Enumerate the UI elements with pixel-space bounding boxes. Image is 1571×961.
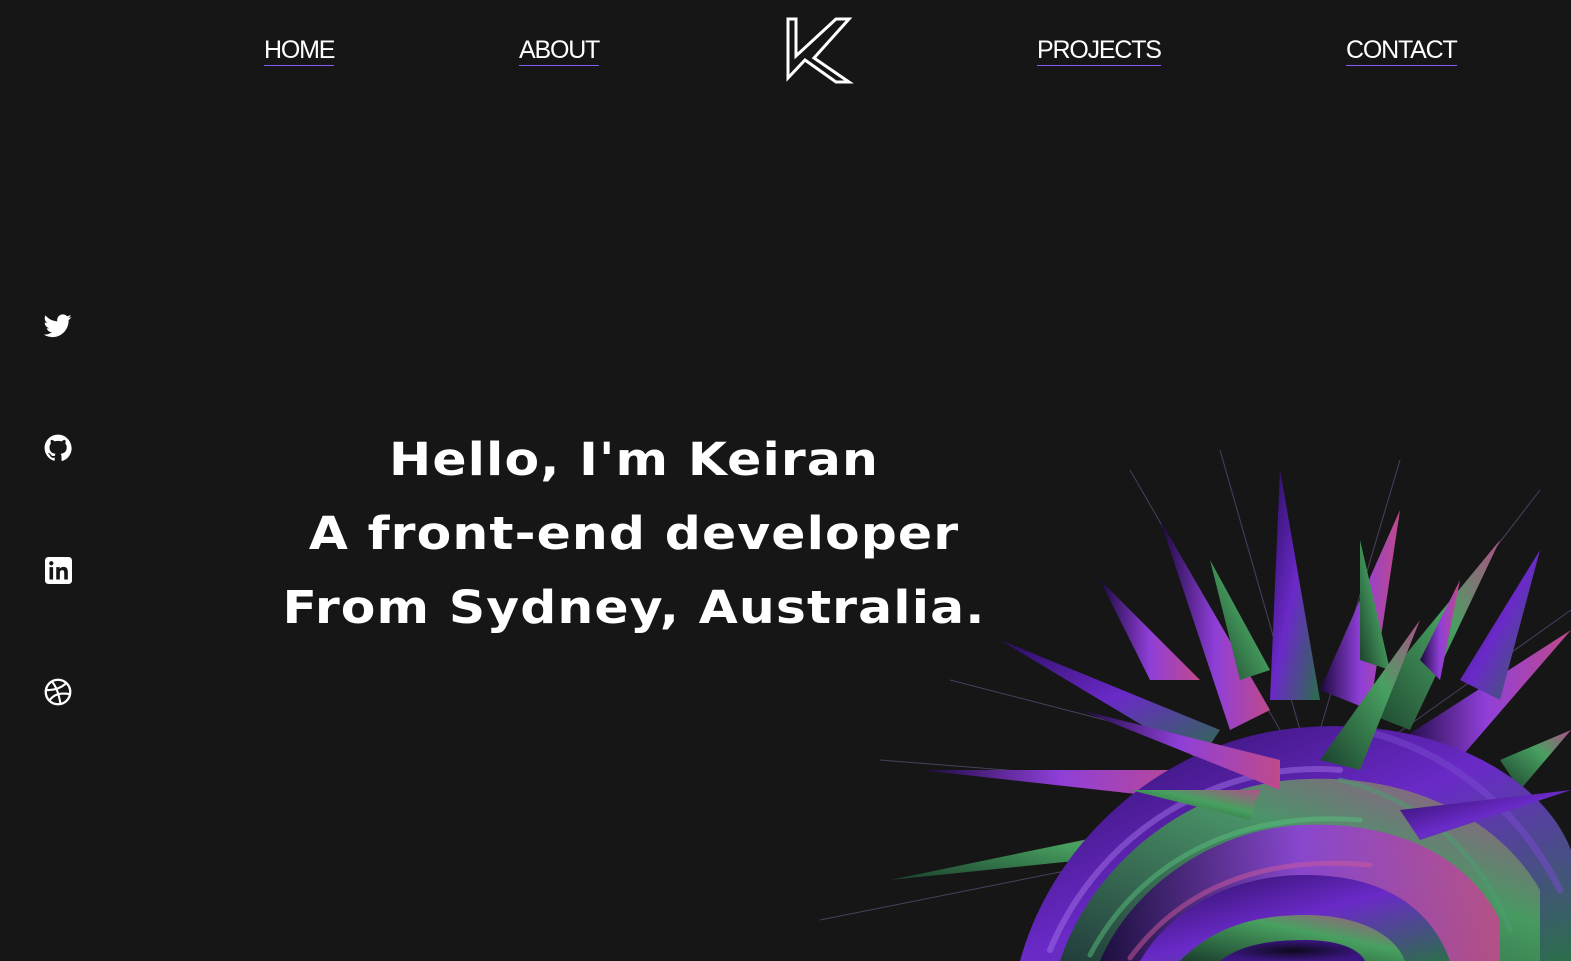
k-logo-icon[interactable]	[783, 16, 855, 86]
nav-contact-link[interactable]: CONTACT	[1346, 36, 1458, 66]
nav-home-link[interactable]: HOME	[264, 36, 335, 66]
nav-about-link[interactable]: ABOUT	[519, 36, 600, 66]
twitter-icon[interactable]	[42, 310, 74, 342]
nav-projects-link[interactable]: PROJECTS	[1037, 36, 1162, 66]
spiky-3d-artwork	[800, 430, 1571, 961]
linkedin-icon[interactable]	[42, 554, 74, 586]
github-icon[interactable]	[42, 432, 74, 464]
dribbble-icon[interactable]	[42, 676, 74, 708]
